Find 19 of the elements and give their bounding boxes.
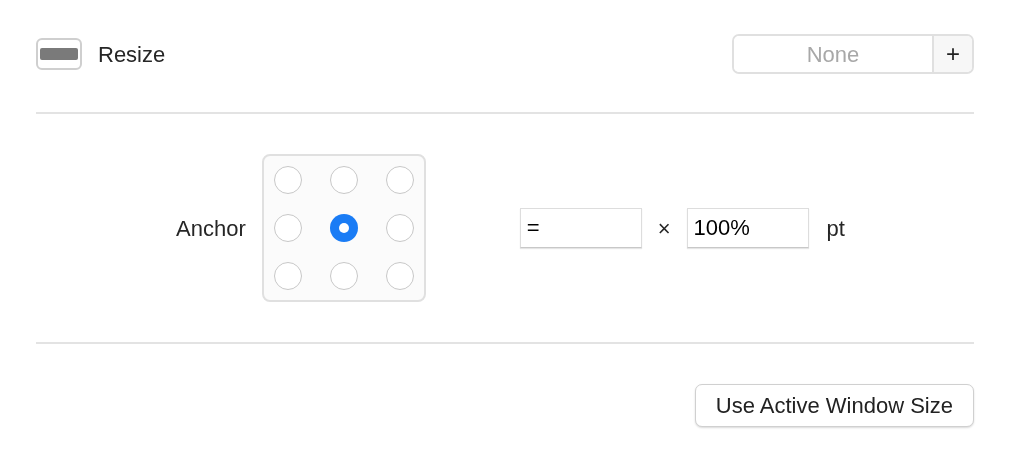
enable-toggle[interactable] <box>36 38 82 70</box>
anchor-radio[interactable] <box>329 262 358 290</box>
unit-label: pt <box>826 214 845 243</box>
anchor-radio[interactable] <box>273 262 302 290</box>
anchor-label: Anchor <box>176 214 246 243</box>
height-field[interactable]: 100% <box>686 208 809 248</box>
action-title: Resize <box>98 40 166 69</box>
anchor-radio[interactable] <box>329 214 358 242</box>
anchor-radio[interactable] <box>385 214 414 242</box>
add-button[interactable]: + <box>932 36 972 72</box>
times-sign: × <box>657 214 671 243</box>
use-window-size-button[interactable]: Use Active Window Size <box>694 384 974 427</box>
anchor-radio[interactable] <box>385 166 414 194</box>
anchor-radio[interactable] <box>329 166 358 194</box>
variable-combo[interactable]: None + <box>732 34 974 74</box>
width-field[interactable]: = <box>519 208 642 248</box>
anchor-radio[interactable] <box>273 214 302 242</box>
anchor-radio[interactable] <box>385 262 414 290</box>
anchor-radio[interactable] <box>273 166 302 194</box>
